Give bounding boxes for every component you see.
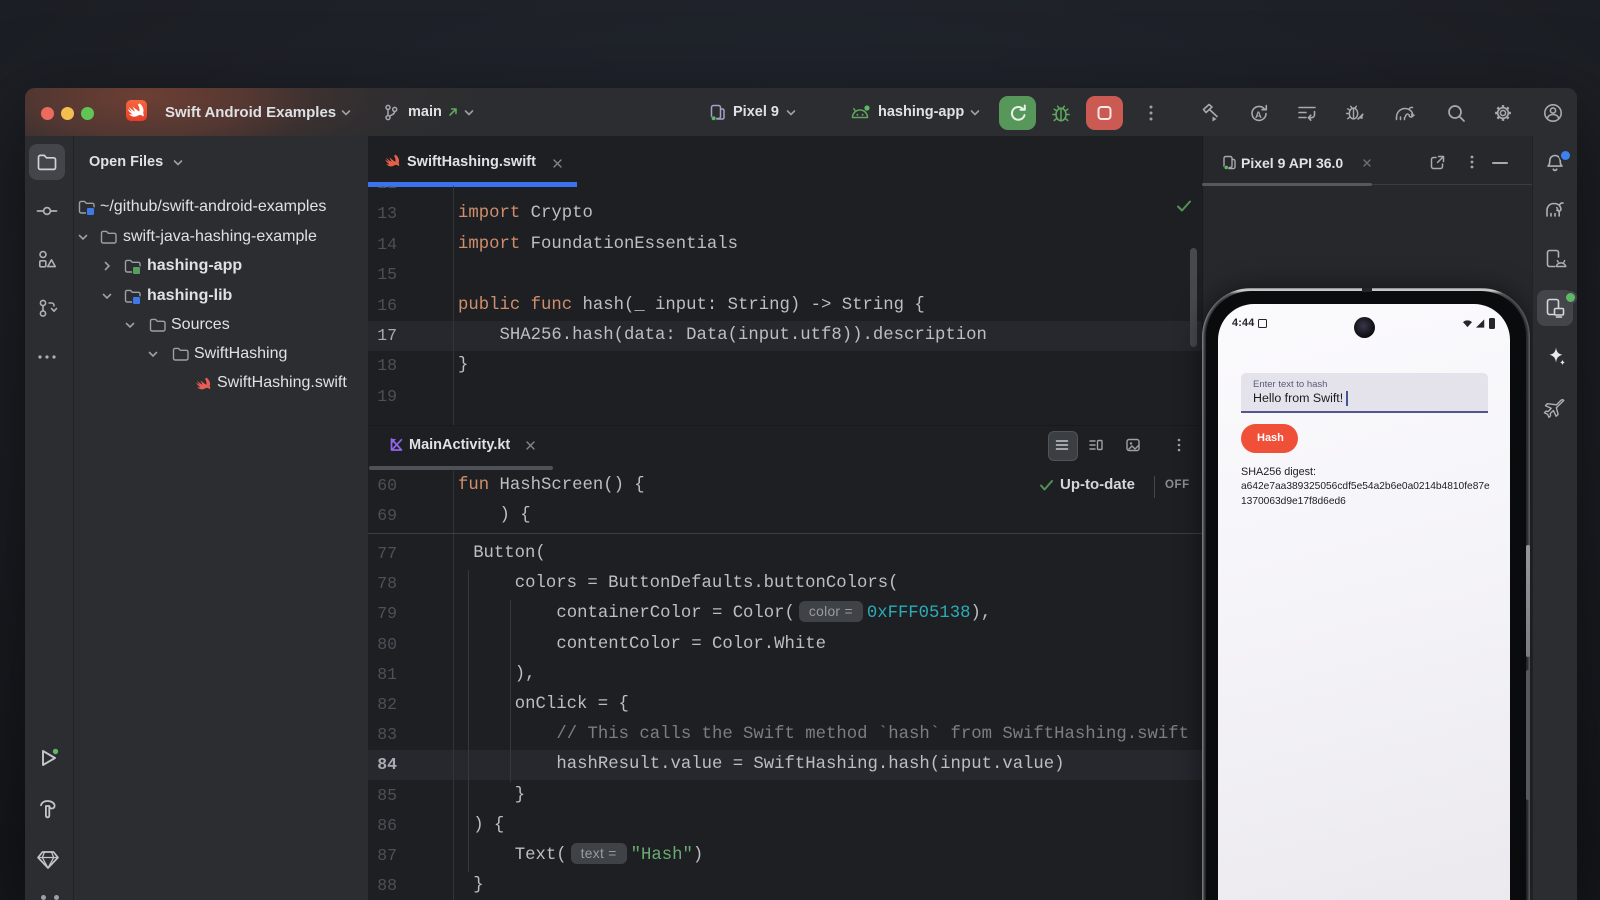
svg-text:A: A [1255, 110, 1262, 121]
